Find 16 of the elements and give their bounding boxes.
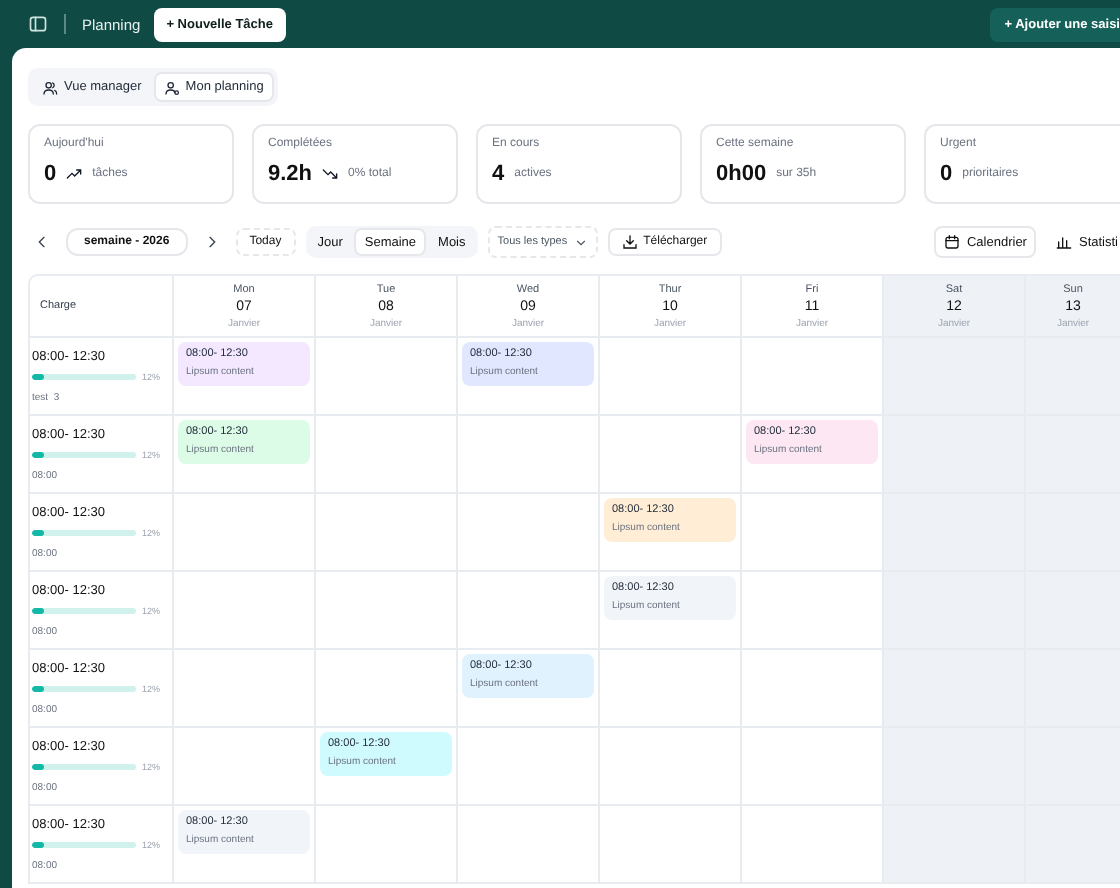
download-icon xyxy=(621,234,638,250)
users-icon xyxy=(42,79,58,95)
trend-up-icon xyxy=(66,166,83,182)
caret-icon xyxy=(573,235,588,249)
stat-value: 4 xyxy=(492,162,505,186)
stat-value: 0 xyxy=(44,162,57,186)
chevron-right-icon xyxy=(203,234,220,250)
user-icon xyxy=(163,79,180,95)
chevron-left-icon xyxy=(34,234,50,250)
sidebar-toggle-icon[interactable] xyxy=(28,14,48,34)
trend-down-icon xyxy=(322,166,339,182)
stat-value: 0 xyxy=(940,162,953,186)
bar-chart-icon xyxy=(1056,234,1073,250)
stat-value: 0h00 xyxy=(716,162,767,186)
calendar-icon xyxy=(944,234,961,250)
stat-value: 9.2h xyxy=(268,162,313,186)
